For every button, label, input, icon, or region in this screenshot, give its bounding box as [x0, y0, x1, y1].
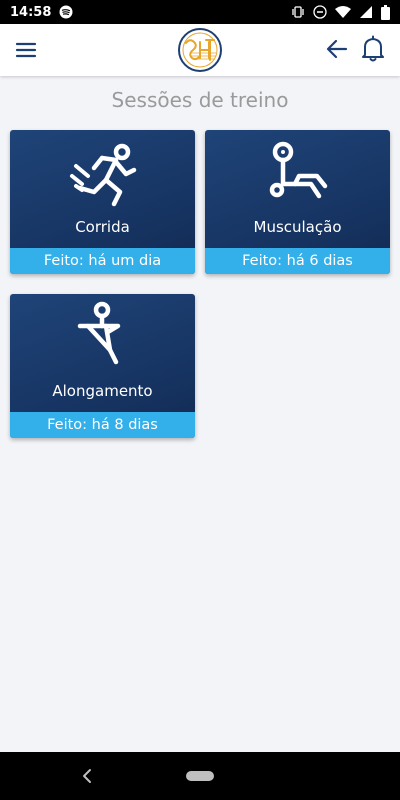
- nav-back-icon[interactable]: [78, 766, 96, 786]
- session-card-corrida[interactable]: Corrida Feito: há um dia: [10, 130, 195, 274]
- session-status: Feito: há 6 dias: [205, 248, 390, 274]
- session-status: Feito: há um dia: [10, 248, 195, 274]
- weightlifting-icon: [205, 136, 390, 210]
- signal-icon: [359, 5, 373, 19]
- app-logo: [176, 26, 224, 74]
- status-bar: 14:58: [0, 0, 400, 24]
- running-icon: [10, 136, 195, 210]
- session-card-alongamento[interactable]: Alongamento Feito: há 8 dias: [10, 294, 195, 438]
- spotify-icon: [59, 5, 73, 19]
- session-label: Musculação: [253, 218, 342, 236]
- menu-icon[interactable]: [14, 38, 38, 62]
- battery-icon: [381, 4, 390, 20]
- bell-icon[interactable]: [360, 35, 386, 63]
- vibrate-icon: [291, 5, 305, 19]
- session-label: Corrida: [75, 218, 130, 236]
- session-card-musculacao[interactable]: Musculação Feito: há 6 dias: [205, 130, 390, 274]
- do-not-disturb-icon: [313, 5, 327, 19]
- nav-home-pill[interactable]: [186, 771, 214, 781]
- stretching-icon: [10, 300, 195, 374]
- session-label: Alongamento: [52, 382, 153, 400]
- back-arrow-icon[interactable]: [324, 36, 350, 62]
- wifi-icon: [335, 5, 351, 19]
- system-nav-bar: [0, 752, 400, 800]
- status-time: 14:58: [10, 4, 52, 20]
- session-status: Feito: há 8 dias: [10, 412, 195, 438]
- app-bar: [0, 24, 400, 76]
- page-title: Sessões de treino: [111, 88, 289, 112]
